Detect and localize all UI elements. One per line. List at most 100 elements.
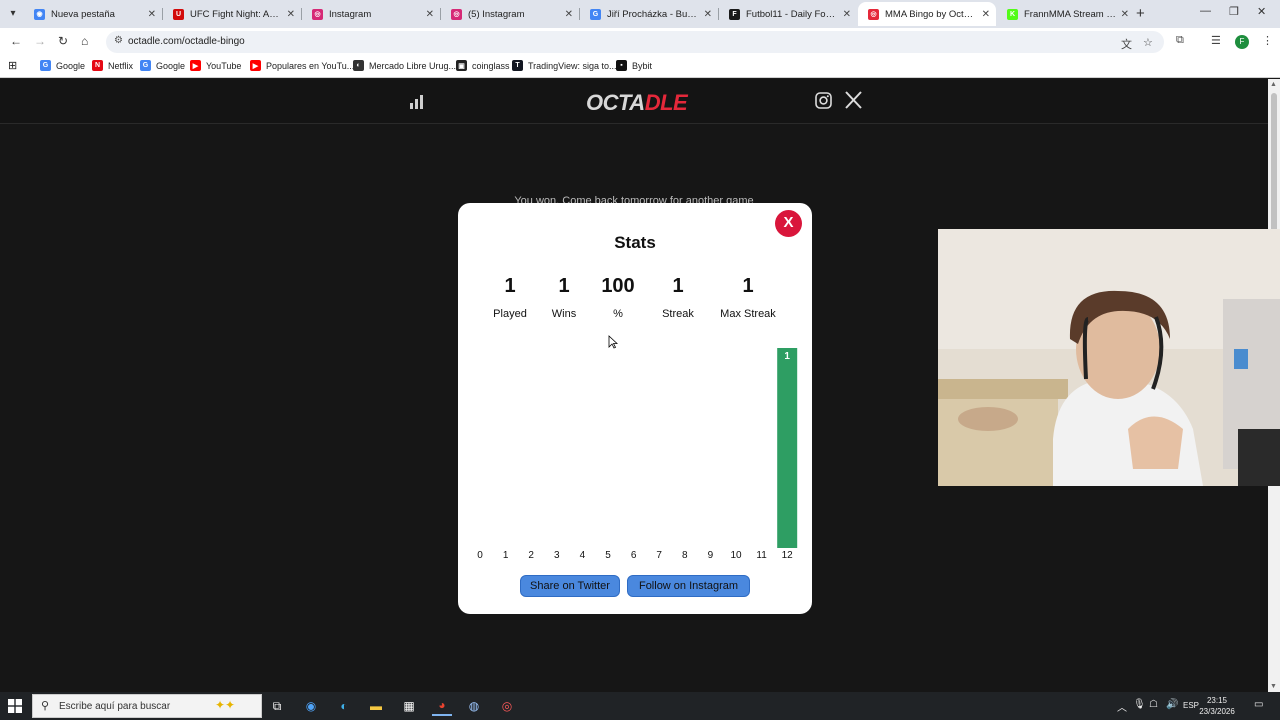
volume-icon[interactable]: 🔊 bbox=[1166, 699, 1178, 710]
bookmark-item[interactable]: ▣ coinglass bbox=[456, 60, 510, 71]
microphone-icon[interactable]: 🎙 bbox=[1133, 699, 1146, 710]
browser-tab[interactable]: U UFC Fight Night: Adesanya ✕ bbox=[163, 2, 301, 26]
scroll-thumb[interactable] bbox=[1271, 93, 1277, 233]
google-icon: G bbox=[590, 8, 601, 20]
bookmark-item[interactable]: ▶ Populares en YouTu... bbox=[250, 60, 354, 71]
notifications-icon[interactable]: ▭ bbox=[1254, 699, 1263, 710]
minimize-icon[interactable]: — bbox=[1200, 5, 1211, 17]
chart-category-label: 4 bbox=[580, 550, 586, 561]
tab-separator bbox=[440, 8, 441, 20]
bookmark-label: Mercado Libre Urug... bbox=[369, 60, 457, 71]
taskbar-clock[interactable]: 23:15 23/3/2026 bbox=[1196, 695, 1238, 717]
webcam-overlay bbox=[938, 229, 1280, 486]
scroll-up-icon[interactable]: ▲ bbox=[1270, 81, 1277, 88]
browser-toolbar: ← → ↻ ⌂ ⚙ octadle.com/octadle-bingo 文 ☆ … bbox=[0, 28, 1280, 56]
tab-close-icon[interactable]: ✕ bbox=[843, 9, 851, 20]
bookmark-item[interactable]: ▶ YouTube bbox=[190, 60, 241, 71]
maximize-icon[interactable]: ❐ bbox=[1229, 5, 1239, 18]
tab-search-icon[interactable]: ▾ bbox=[4, 5, 22, 23]
close-window-icon[interactable]: ✕ bbox=[1257, 5, 1266, 18]
store-icon[interactable]: ▦ bbox=[399, 696, 419, 716]
stats-modal: X Stats 1 Played 1 Wins 100 % 1 Streak 1… bbox=[458, 203, 812, 614]
octadle-icon: ◎ bbox=[868, 8, 879, 20]
share-twitter-button[interactable]: Share on Twitter bbox=[520, 575, 620, 597]
chart-category-label: 6 bbox=[631, 550, 637, 561]
chrome-taskbar-icon[interactable]: ◕ bbox=[432, 696, 452, 716]
file-explorer-icon[interactable]: ▬ bbox=[366, 696, 386, 716]
back-icon[interactable]: ← bbox=[10, 34, 22, 48]
instagram-icon[interactable] bbox=[815, 92, 832, 109]
chart-category-label: 2 bbox=[528, 550, 534, 561]
network-icon[interactable]: ☖ bbox=[1149, 699, 1158, 710]
tab-separator bbox=[162, 8, 163, 20]
obs-icon[interactable]: ◎ bbox=[497, 696, 517, 716]
edge-icon[interactable]: ◐ bbox=[334, 696, 354, 716]
reload-icon[interactable]: ↻ bbox=[58, 34, 68, 48]
tab-close-icon[interactable]: ✕ bbox=[982, 9, 990, 20]
forward-icon[interactable]: → bbox=[34, 34, 46, 48]
apps-icon[interactable]: ⊞ bbox=[8, 59, 17, 72]
steam-icon[interactable]: ◍ bbox=[464, 696, 484, 716]
tab-title: Instagram bbox=[329, 8, 372, 20]
windows-start-icon[interactable] bbox=[8, 699, 22, 713]
x-twitter-icon[interactable] bbox=[845, 91, 862, 109]
reading-list-icon[interactable]: ☰ bbox=[1211, 34, 1221, 47]
bookmark-label: Google bbox=[156, 60, 186, 71]
tab-close-icon[interactable]: ✕ bbox=[148, 9, 156, 20]
profile-avatar[interactable]: F bbox=[1235, 35, 1249, 49]
browser-tab[interactable]: G Jiří Procházka - Buscar co ✕ bbox=[580, 2, 718, 26]
guess-distribution-chart: 0 1 2 3 4 5 6 7 8 9 10 11112 bbox=[477, 348, 798, 561]
bookmark-label: Google bbox=[56, 60, 86, 71]
bookmark-item[interactable]: T TradingView: siga to... bbox=[512, 60, 617, 71]
browser-tab[interactable]: K FrannMMA Stream - Wat ✕ bbox=[997, 2, 1135, 26]
browser-tab[interactable]: ◉ Nueva pestaña ✕ bbox=[24, 2, 162, 26]
clock-time: 23:15 bbox=[1206, 696, 1228, 705]
bookmark-star-icon[interactable]: ☆ bbox=[1143, 36, 1153, 49]
browser-tab[interactable]: ◎ MMA Bingo by Octadle - ✕ bbox=[858, 2, 996, 26]
tab-title: Futbol11 - Daily Football bbox=[746, 8, 839, 20]
tab-close-icon[interactable]: ✕ bbox=[287, 9, 295, 20]
stats-icon[interactable] bbox=[410, 95, 424, 109]
copilot-icon[interactable]: ◉ bbox=[301, 696, 321, 716]
chart-category-label: 8 bbox=[682, 550, 688, 561]
scroll-down-icon[interactable]: ▼ bbox=[1270, 683, 1277, 690]
tab-close-icon[interactable]: ✕ bbox=[704, 9, 712, 20]
tab-close-icon[interactable]: ✕ bbox=[1121, 9, 1129, 20]
chart-category-label: 1 bbox=[503, 550, 509, 561]
tab-close-icon[interactable]: ✕ bbox=[565, 9, 573, 20]
clock-date: 23/3/2026 bbox=[1199, 707, 1235, 716]
bookmark-label: TradingView: siga to... bbox=[528, 60, 617, 71]
extensions-icon[interactable]: ⧉ bbox=[1176, 34, 1184, 47]
chrome-icon: ◉ bbox=[34, 8, 45, 20]
bookmark-label: coinglass bbox=[472, 60, 510, 71]
new-tab-button[interactable]: + bbox=[1136, 5, 1145, 22]
address-bar[interactable]: ⚙ octadle.com/octadle-bingo 文 ☆ bbox=[106, 31, 1164, 53]
tab-separator bbox=[579, 8, 580, 20]
netflix-icon: N bbox=[92, 60, 103, 71]
tab-title: MMA Bingo by Octadle - bbox=[885, 8, 978, 20]
home-icon[interactable]: ⌂ bbox=[81, 34, 88, 48]
bybit-icon: ▪ bbox=[616, 60, 627, 71]
follow-instagram-button[interactable]: Follow on Instagram bbox=[627, 575, 750, 597]
bookmark-item[interactable]: N Netflix bbox=[92, 60, 133, 71]
youtube-icon: ▶ bbox=[250, 60, 261, 71]
mercadolibre-icon: ◐ bbox=[353, 60, 364, 71]
site-info-icon[interactable]: ⚙ bbox=[114, 35, 123, 46]
tab-close-icon[interactable]: ✕ bbox=[426, 9, 434, 20]
bookmark-item[interactable]: ▪ Bybit bbox=[616, 60, 652, 71]
bookmark-item[interactable]: ◐ Mercado Libre Urug... bbox=[353, 60, 456, 71]
browser-tab[interactable]: ◎ Instagram ✕ bbox=[302, 2, 440, 26]
octadle-logo[interactable]: OCTADLE bbox=[586, 90, 688, 116]
translate-icon[interactable]: 文 bbox=[1121, 36, 1132, 52]
bookmark-item[interactable]: G Google bbox=[40, 60, 85, 71]
menu-icon[interactable]: ⋮ bbox=[1262, 34, 1273, 47]
browser-tab[interactable]: ◎ (5) Instagram ✕ bbox=[441, 2, 579, 26]
chart-category-label: 0 bbox=[477, 550, 483, 561]
task-view-icon[interactable]: ⧉ bbox=[267, 696, 287, 716]
chart-category-label: 10 bbox=[730, 550, 742, 561]
bookmark-item[interactable]: G Google bbox=[140, 60, 185, 71]
taskbar-search-box[interactable]: ⚲ Escribe aquí para buscar ✦✦ bbox=[32, 694, 262, 718]
browser-tab[interactable]: F Futbol11 - Daily Football ✕ bbox=[719, 2, 857, 26]
tray-chevron-icon[interactable]: ︿ bbox=[1117, 699, 1127, 714]
bookmark-label: Populares en YouTu... bbox=[266, 60, 355, 71]
